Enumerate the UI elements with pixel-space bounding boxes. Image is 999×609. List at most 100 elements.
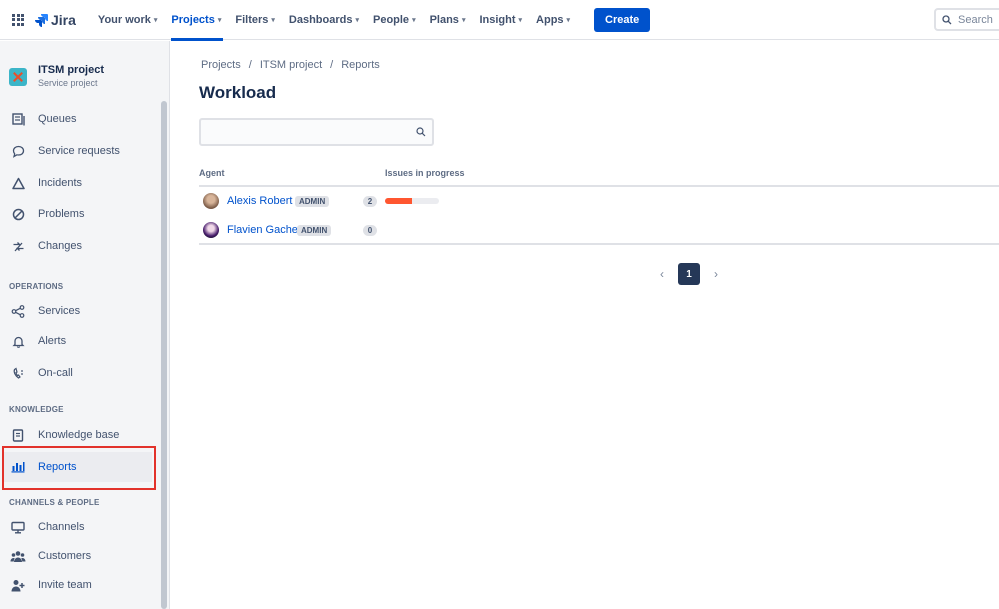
speech-bubble-icon xyxy=(10,143,26,159)
sidebar-item-label: Problems xyxy=(38,208,85,220)
project-sidebar: ITSM project Service project Queues Serv… xyxy=(0,41,170,609)
sidebar-item-alerts[interactable]: Alerts xyxy=(0,326,152,356)
top-navigation: Jira Your work ▾ Projects ▾ Filters ▾ Dashb… xyxy=(0,0,999,41)
nav-your-work[interactable]: Your work ▾ xyxy=(98,0,164,40)
sidebar-item-customers[interactable]: Customers xyxy=(0,541,152,571)
nav-projects[interactable]: Projects ▾ xyxy=(171,0,227,41)
issues-progress-fill xyxy=(385,198,412,204)
chevron-down-icon: ▾ xyxy=(153,16,158,24)
search-placeholder: Search xyxy=(958,13,993,26)
sidebar-item-on-call[interactable]: On-call xyxy=(0,358,152,388)
chevron-left-icon[interactable]: ‹ xyxy=(655,263,669,285)
sidebar-item-label: Changes xyxy=(38,240,83,252)
sidebar-item-service-requests[interactable]: Service requests xyxy=(0,136,152,166)
search-icon xyxy=(416,127,426,137)
nav-apps[interactable]: Apps ▾ xyxy=(536,0,576,40)
chevron-down-icon: ▾ xyxy=(518,16,523,24)
sidebar-item-label: Customers xyxy=(38,550,92,562)
breadcrumb-separator: / xyxy=(330,59,334,71)
create-button[interactable]: Create xyxy=(594,7,651,32)
page-number-current[interactable]: 1 xyxy=(678,263,700,285)
breadcrumb-reports[interactable]: Reports xyxy=(341,59,380,71)
nav-label: Filters xyxy=(235,13,269,26)
sidebar-item-label: Channels xyxy=(38,521,85,533)
sidebar-item-label: Service requests xyxy=(38,145,120,157)
nav-dashboards[interactable]: Dashboards ▾ xyxy=(289,0,365,40)
chevron-down-icon: ▾ xyxy=(461,16,466,24)
sidebar-item-services[interactable]: Services xyxy=(0,296,152,326)
nav-label: Apps xyxy=(536,13,564,26)
add-person-icon xyxy=(10,577,26,593)
nav-label: Your work xyxy=(97,13,151,26)
nav-label: Plans xyxy=(429,13,459,26)
jira-logo-text: Jira xyxy=(51,11,76,28)
project-name: ITSM project xyxy=(38,64,105,76)
issues-progress-bar xyxy=(385,198,439,204)
jira-logo-icon xyxy=(35,13,48,27)
nav-people[interactable]: People ▾ xyxy=(373,0,422,40)
sidebar-item-label: Incidents xyxy=(38,177,83,189)
breadcrumb-projects[interactable]: Projects xyxy=(201,59,241,71)
sidebar-item-incidents[interactable]: Incidents xyxy=(0,168,152,198)
section-label-operations: OPERATIONS xyxy=(9,282,64,291)
sidebar-item-label: Queues xyxy=(38,113,77,125)
column-header-issues-in-progress: Issues in progress xyxy=(385,168,465,178)
search-icon xyxy=(942,14,952,24)
chevron-down-icon: ▾ xyxy=(412,16,416,24)
nav-label: Insight xyxy=(479,13,516,26)
table-row: Flavien Gache ADMIN 0 xyxy=(199,216,999,244)
column-header-agent: Agent xyxy=(199,168,225,178)
page-title: Workload xyxy=(199,83,277,102)
project-avatar-icon xyxy=(9,68,27,86)
sidebar-item-invite-team[interactable]: Invite team xyxy=(0,570,152,600)
project-type: Service project xyxy=(38,78,98,88)
app-switcher-icon[interactable] xyxy=(12,13,24,26)
sidebar-item-problems[interactable]: Problems xyxy=(0,199,152,229)
bell-icon xyxy=(10,333,26,349)
chevron-down-icon: ▾ xyxy=(217,16,222,24)
table-divider xyxy=(199,243,999,245)
phone-icon xyxy=(10,365,26,381)
breadcrumb: Projects / ITSM project / Reports xyxy=(201,59,388,71)
nav-label: Projects xyxy=(171,13,215,26)
section-label-channels: CHANNELS & PEOPLE xyxy=(9,498,100,507)
sidebar-item-label: Services xyxy=(38,305,81,317)
issue-count-badge: 2 xyxy=(363,195,377,207)
issue-count-badge: 0 xyxy=(363,224,377,236)
sidebar-item-label: Invite team xyxy=(38,579,92,591)
breadcrumb-itsm-project[interactable]: ITSM project xyxy=(260,59,322,71)
chevron-right-icon[interactable]: › xyxy=(709,263,723,285)
table-row: Alexis Robert ADMIN 2 xyxy=(199,187,999,215)
agent-name-link[interactable]: Flavien Gache xyxy=(227,224,298,236)
admin-badge: ADMIN xyxy=(295,195,330,207)
admin-badge: ADMIN xyxy=(297,224,332,236)
book-icon xyxy=(10,427,26,443)
search-input[interactable]: Search xyxy=(934,8,999,31)
reports-highlight-box xyxy=(2,446,156,490)
nav-filters[interactable]: Filters ▾ xyxy=(235,0,281,40)
avatar[interactable] xyxy=(203,222,219,238)
sidebar-item-queues[interactable]: Queues xyxy=(0,104,152,134)
no-entry-icon xyxy=(10,206,26,222)
monitor-icon xyxy=(10,519,26,535)
sidebar-item-label: Knowledge base xyxy=(38,429,120,441)
sidebar-item-changes[interactable]: Changes xyxy=(0,231,152,261)
nav-label: Dashboards xyxy=(288,13,353,26)
chevron-down-icon: ▾ xyxy=(566,16,571,24)
nav-insight[interactable]: Insight ▾ xyxy=(479,0,528,40)
project-header[interactable]: ITSM project Service project xyxy=(9,64,104,88)
queues-icon xyxy=(10,111,26,127)
nav-label: People xyxy=(372,13,410,26)
sidebar-item-label: Alerts xyxy=(38,335,67,347)
sidebar-item-channels[interactable]: Channels xyxy=(0,512,152,542)
pagination: ‹ 1 › xyxy=(655,263,723,285)
chevron-down-icon: ▾ xyxy=(355,16,359,24)
agent-search-input[interactable] xyxy=(199,118,434,146)
sidebar-scrollbar[interactable] xyxy=(161,101,167,609)
avatar[interactable] xyxy=(203,193,219,209)
agent-name-link[interactable]: Alexis Robert xyxy=(227,195,292,207)
nav-plans[interactable]: Plans ▾ xyxy=(430,0,472,40)
services-icon xyxy=(10,303,26,319)
jira-logo[interactable]: Jira xyxy=(34,12,76,28)
people-icon xyxy=(10,548,26,564)
